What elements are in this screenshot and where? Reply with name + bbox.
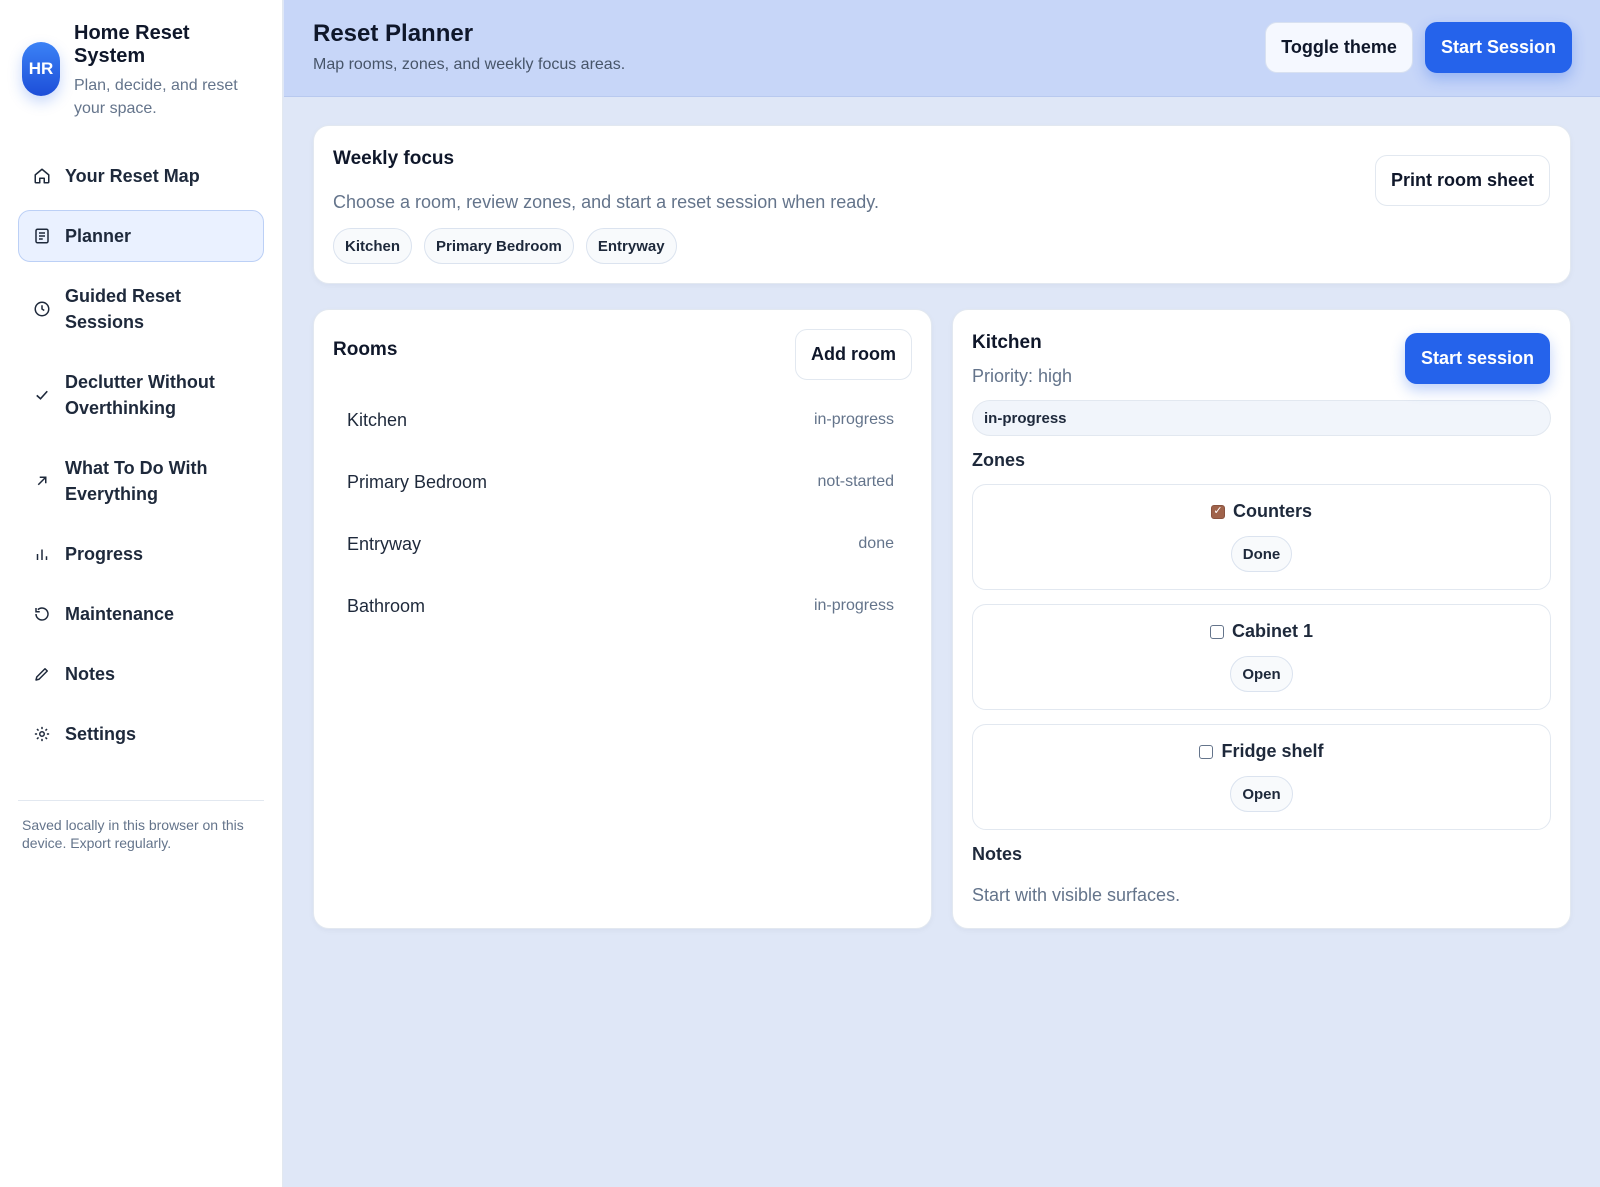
- sidebar-item-declutter[interactable]: Declutter Without Overthinking: [18, 356, 264, 434]
- room-name: Primary Bedroom: [347, 471, 488, 492]
- page-header: Reset Planner Map rooms, zones, and week…: [284, 0, 1600, 97]
- room-row[interactable]: Kitchen in-progress: [333, 389, 912, 451]
- gear-icon: [33, 725, 51, 743]
- weekly-focus-card: Weekly focus Choose a room, review zones…: [313, 125, 1571, 284]
- room-name: Entryway: [347, 533, 422, 554]
- zone-checkbox[interactable]: [1209, 624, 1224, 639]
- zone-status-badge[interactable]: Done: [1230, 536, 1293, 572]
- sidebar-item-label: Your Reset Map: [65, 166, 200, 186]
- sidebar-nav: Your Reset Map Planner Guided Reset Sess…: [18, 150, 264, 760]
- room-list: Kitchen in-progress Primary Bedroom not-…: [333, 389, 912, 637]
- room-row[interactable]: Primary Bedroom not-started: [333, 451, 912, 513]
- zone-label: Counters: [1232, 501, 1312, 521]
- focus-chip[interactable]: Entryway: [585, 228, 677, 264]
- room-status: done: [858, 535, 894, 552]
- clock-icon: [33, 300, 51, 318]
- zone-list: ✓ Counters Done Cabinet 1 Open Fridge sh…: [972, 484, 1551, 830]
- start-session-button[interactable]: Start Session: [1424, 22, 1572, 73]
- add-room-button[interactable]: Add room: [795, 329, 912, 380]
- weekly-focus-description: Choose a room, review zones, and start a…: [333, 192, 879, 212]
- room-status: in-progress: [813, 411, 894, 428]
- focus-chip[interactable]: Primary Bedroom: [424, 228, 574, 264]
- start-room-session-button[interactable]: Start session: [1404, 333, 1550, 384]
- zone-status-badge[interactable]: Open: [1230, 776, 1293, 812]
- zone-card: ✓ Counters Done: [972, 484, 1551, 590]
- sidebar-item-label: What To Do With Everything: [65, 458, 208, 504]
- focus-chip[interactable]: Kitchen: [333, 228, 413, 264]
- room-status-select[interactable]: in-progress: [972, 400, 1551, 436]
- focus-chips: Kitchen Primary Bedroom Entryway: [333, 228, 1551, 264]
- sidebar-item-guided-reset-sessions[interactable]: Guided Reset Sessions: [18, 270, 264, 348]
- zone-checkbox[interactable]: [1199, 744, 1214, 759]
- zone-card: Cabinet 1 Open: [972, 604, 1551, 710]
- sidebar-item-notes[interactable]: Notes: [18, 648, 264, 700]
- rooms-card: Rooms Add room Kitchen in-progress Prima…: [313, 309, 932, 929]
- zone-checkbox[interactable]: ✓: [1210, 504, 1225, 519]
- sidebar-footer-note: Saved locally in this browser on this de…: [22, 817, 244, 851]
- sidebar-item-your-reset-map[interactable]: Your Reset Map: [18, 150, 264, 202]
- brand: HR Home Reset System Plan, decide, and r…: [18, 22, 264, 120]
- brand-logo: HR: [22, 42, 60, 96]
- zone-card: Fridge shelf Open: [972, 724, 1551, 830]
- planner-icon: [33, 227, 51, 245]
- home-icon: [33, 167, 51, 185]
- sidebar: HR Home Reset System Plan, decide, and r…: [0, 0, 283, 1187]
- notes-heading: Notes: [972, 844, 1023, 864]
- room-row[interactable]: Bathroom in-progress: [333, 575, 912, 637]
- room-status: not-started: [817, 473, 894, 490]
- zone-label: Fridge shelf: [1221, 741, 1324, 761]
- room-notes-text: Start with visible surfaces.: [972, 885, 1181, 905]
- sidebar-item-label: Maintenance: [65, 604, 175, 624]
- check-icon: [33, 386, 51, 404]
- sidebar-item-label: Guided Reset Sessions: [65, 286, 182, 332]
- zone-status-badge[interactable]: Open: [1230, 656, 1293, 692]
- sidebar-item-label: Planner: [65, 226, 132, 246]
- toggle-theme-button[interactable]: Toggle theme: [1265, 22, 1413, 73]
- sidebar-item-planner[interactable]: Planner: [18, 210, 264, 262]
- sidebar-item-settings[interactable]: Settings: [18, 708, 264, 760]
- room-status: in-progress: [813, 597, 894, 614]
- sidebar-item-label: Settings: [65, 724, 137, 744]
- room-name: Kitchen: [347, 409, 408, 430]
- room-detail-card: Kitchen Priority: high Start session in-…: [952, 309, 1571, 929]
- brand-subtitle: Plan, decide, and reset your space.: [74, 77, 238, 117]
- zones-heading: Zones: [972, 450, 1026, 470]
- sidebar-item-label: Progress: [65, 544, 144, 564]
- sidebar-item-label: Declutter Without Overthinking: [65, 372, 215, 418]
- refresh-icon: [33, 605, 51, 623]
- room-row[interactable]: Entryway done: [333, 513, 912, 575]
- sidebar-divider: [18, 800, 264, 801]
- sidebar-item-maintenance[interactable]: Maintenance: [18, 588, 264, 640]
- zone-label: Cabinet 1: [1231, 621, 1314, 641]
- arrow-up-right-icon: [33, 472, 51, 490]
- sidebar-item-label: Notes: [65, 664, 116, 684]
- pencil-icon: [33, 665, 51, 683]
- bar-chart-icon: [33, 545, 51, 563]
- room-name: Bathroom: [347, 595, 426, 616]
- brand-title: Home Reset System: [74, 22, 190, 67]
- sidebar-item-progress[interactable]: Progress: [18, 528, 264, 580]
- sidebar-item-what-to-do[interactable]: What To Do With Everything: [18, 442, 264, 520]
- print-room-sheet-button[interactable]: Print room sheet: [1374, 155, 1550, 206]
- weekly-focus-title: Weekly focus: [333, 148, 455, 169]
